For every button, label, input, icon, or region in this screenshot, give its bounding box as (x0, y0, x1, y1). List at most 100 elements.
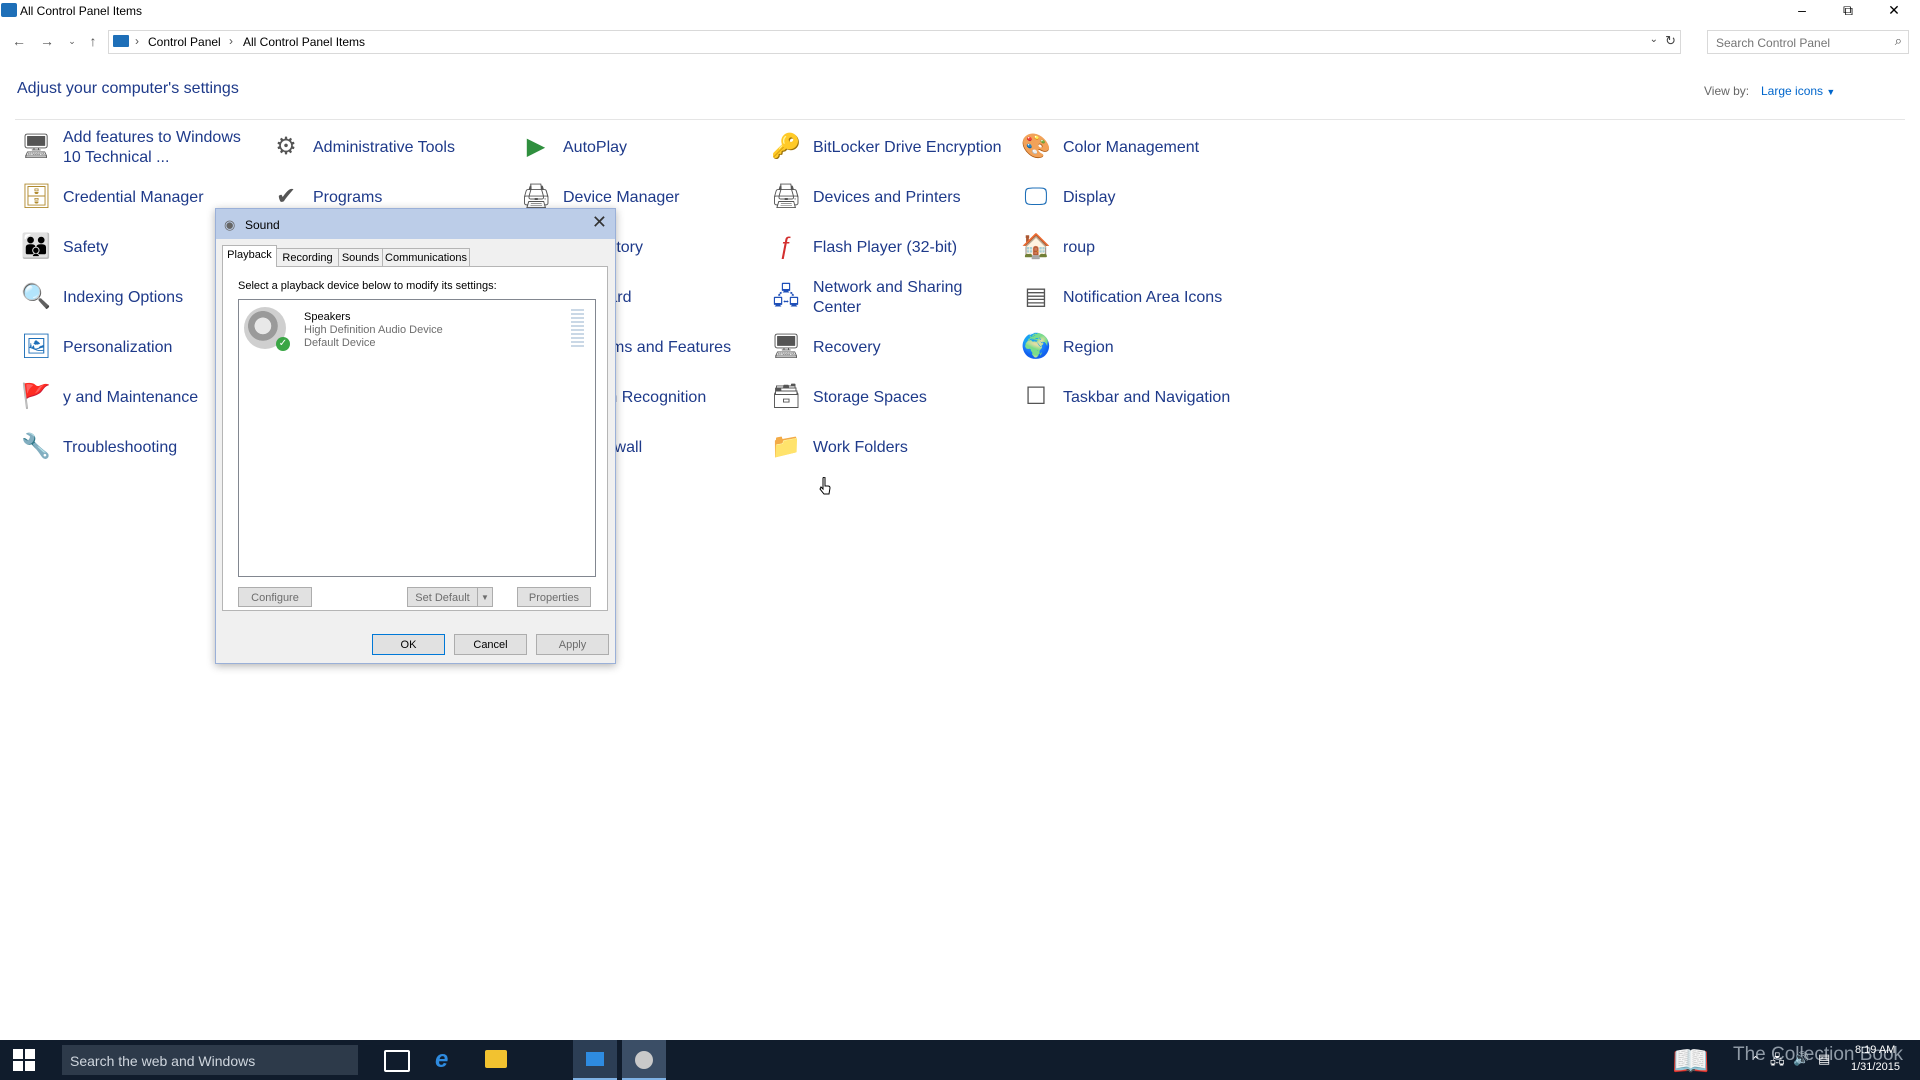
action-center-icon[interactable]: ▤ (1818, 1051, 1830, 1067)
tab-recording[interactable]: Recording (276, 248, 339, 267)
region-icon[interactable]: 🌍 (1021, 332, 1051, 362)
search-icon[interactable]: ⌕ (1895, 33, 1902, 49)
tab-playback[interactable]: Playback (222, 245, 277, 267)
work-folders-icon[interactable]: 📁 (771, 432, 801, 462)
internet-explorer-icon[interactable]: e (435, 1046, 448, 1074)
tab-sounds[interactable]: Sounds (338, 248, 383, 267)
address-bar[interactable]: › Control Panel › All Control Panel Item… (108, 30, 1681, 54)
set-default-button[interactable]: Set Default (407, 587, 478, 607)
recent-locations-icon[interactable]: ⌄ (63, 32, 81, 50)
administrative-tools-icon[interactable]: ⚙ (271, 132, 301, 162)
clock-date[interactable]: 1/31/2015 (1851, 1061, 1900, 1073)
cp-item-label[interactable]: Taskbar and Navigation (1063, 388, 1257, 408)
recovery-icon[interactable]: 🖥 (771, 332, 801, 362)
cp-item-bitlocker-drive-encryption[interactable]: 🔑 BitLocker Drive Encryption (765, 125, 1007, 171)
cp-item-label[interactable]: Credential Manager (63, 188, 257, 208)
cp-item-region[interactable]: 🌍 Region (1015, 325, 1257, 371)
search-input[interactable] (1714, 33, 1888, 53)
cp-item-storage-spaces[interactable]: 🗃 Storage Spaces (765, 375, 1007, 421)
storage-spaces-icon[interactable]: 🗃 (771, 382, 801, 412)
sound-icon[interactable] (635, 1051, 653, 1069)
taskbar-control-panel-button[interactable] (573, 1040, 617, 1080)
cp-item-label[interactable]: Recovery (813, 338, 1007, 358)
flash-player-icon[interactable]: ƒ (771, 232, 801, 262)
cp-item-label[interactable]: roup (1063, 238, 1257, 258)
cp-item-label[interactable]: Region (1063, 338, 1257, 358)
network-icon[interactable]: 🖧 (1770, 1051, 1785, 1073)
cp-item-label[interactable]: Display (1063, 188, 1257, 208)
devices-printers-icon[interactable]: 🖨 (771, 182, 801, 212)
apply-button[interactable]: Apply (536, 634, 609, 655)
breadcrumb-control-panel[interactable]: Control Panel (148, 35, 221, 49)
cp-item-display[interactable]: 🖵 Display (1015, 175, 1257, 221)
file-explorer-icon[interactable] (485, 1050, 507, 1068)
cp-item-add-features-to-windows-10-technical[interactable]: 🖥 Add features to Windows 10 Technical ..… (15, 125, 257, 171)
windows-logo-icon[interactable] (13, 1049, 35, 1071)
taskbar-search[interactable]: Search the web and Windows (62, 1045, 358, 1075)
personalization-icon[interactable]: 🖼 (21, 332, 51, 362)
view-by-value[interactable]: Large icons (1761, 84, 1823, 98)
cp-item-label[interactable]: BitLocker Drive Encryption (813, 138, 1007, 158)
cp-item-label[interactable]: Flash Player (32-bit) (813, 238, 1007, 258)
cp-item-label[interactable]: Network and Sharing Center (813, 278, 1007, 318)
cp-item-label[interactable]: Programs (313, 188, 507, 208)
cp-item-notification-area-icons[interactable]: ▤ Notification Area Icons (1015, 275, 1257, 321)
bitlocker-icon[interactable]: 🔑 (771, 132, 801, 162)
chevron-down-icon[interactable]: ⌄ (1650, 34, 1658, 45)
add-features-icon[interactable]: 🖥 (21, 132, 51, 162)
troubleshooting-icon[interactable]: 🔧 (21, 432, 51, 462)
cancel-button[interactable]: Cancel (454, 634, 527, 655)
restore-button[interactable]: ⧉ (1825, 0, 1871, 22)
chevron-down-icon[interactable]: ▼ (477, 587, 493, 607)
cp-item-label[interactable]: Color Management (1063, 138, 1257, 158)
credential-manager-icon[interactable]: 🗄 (21, 182, 51, 212)
up-arrow-icon[interactable]: ↑ (84, 32, 102, 50)
control-panel-icon[interactable] (586, 1052, 604, 1066)
volume-icon[interactable]: 🔊 (1793, 1051, 1809, 1067)
network-sharing-icon[interactable]: 🖧 (771, 282, 801, 312)
start-button[interactable] (0, 1040, 48, 1080)
display-icon[interactable]: 🖵 (1021, 182, 1051, 212)
chevron-down-icon[interactable]: ▼ (1826, 87, 1835, 97)
chevron-right-icon[interactable]: › (229, 34, 233, 48)
clock-time[interactable]: 8:19 AM (1855, 1044, 1895, 1056)
taskbar-search-placeholder[interactable]: Search the web and Windows (70, 1053, 255, 1069)
cp-item-label[interactable]: Administrative Tools (313, 138, 507, 158)
cp-item-recovery[interactable]: 🖥 Recovery (765, 325, 1007, 371)
taskbar-navigation-icon[interactable]: ☐ (1021, 382, 1051, 412)
properties-button[interactable]: Properties (517, 587, 591, 607)
cp-item-label[interactable]: Device Manager (563, 188, 757, 208)
back-arrow-icon[interactable]: ← (10, 32, 28, 50)
cp-item-work-folders[interactable]: 📁 Work Folders (765, 425, 1007, 471)
close-icon[interactable]: ✕ (592, 212, 607, 233)
breadcrumb-all-items[interactable]: All Control Panel Items (243, 35, 365, 49)
family-safety-icon[interactable]: 👪 (21, 232, 51, 262)
cp-item-label[interactable]: Storage Spaces (813, 388, 1007, 408)
autoplay-icon[interactable]: ▶ (521, 132, 551, 162)
chevron-up-icon[interactable]: ⌃ (1751, 1054, 1760, 1067)
cp-item-label[interactable]: Devices and Printers (813, 188, 1007, 208)
close-button[interactable]: ✕ (1871, 0, 1917, 22)
cp-item-autoplay[interactable]: ▶ AutoPlay (515, 125, 757, 171)
cp-item-roup[interactable]: 🏠 roup (1015, 225, 1257, 271)
cp-item-label[interactable]: Notification Area Icons (1063, 288, 1257, 308)
refresh-icon[interactable]: ↻ (1665, 33, 1676, 49)
minimize-button[interactable]: – (1779, 0, 1825, 22)
cp-item-administrative-tools[interactable]: ⚙ Administrative Tools (265, 125, 507, 171)
cp-item-devices-and-printers[interactable]: 🖨 Devices and Printers (765, 175, 1007, 221)
cp-item-taskbar-and-navigation[interactable]: ☐ Taskbar and Navigation (1015, 375, 1257, 421)
list-item[interactable]: ✓ Speakers High Definition Audio Device … (240, 301, 594, 355)
cp-item-label[interactable]: Add features to Windows 10 Technical ... (63, 128, 257, 168)
task-view-icon[interactable] (384, 1050, 410, 1072)
cp-item-label[interactable]: AutoPlay (563, 138, 757, 158)
cp-item-network-and-sharing-center[interactable]: 🖧 Network and Sharing Center (765, 275, 1007, 321)
color-management-icon[interactable]: 🎨 (1021, 132, 1051, 162)
tab-communications[interactable]: Communications (382, 248, 470, 267)
configure-button[interactable]: Configure (238, 587, 312, 607)
notification-area-icon[interactable]: ▤ (1021, 282, 1051, 312)
homegroup-icon[interactable]: 🏠 (1021, 232, 1051, 262)
indexing-options-icon[interactable]: 🔍 (21, 282, 51, 312)
device-list[interactable]: ✓ Speakers High Definition Audio Device … (238, 299, 596, 577)
cp-item-label[interactable]: Work Folders (813, 438, 1007, 458)
search-box[interactable]: ⌕ (1707, 30, 1909, 54)
